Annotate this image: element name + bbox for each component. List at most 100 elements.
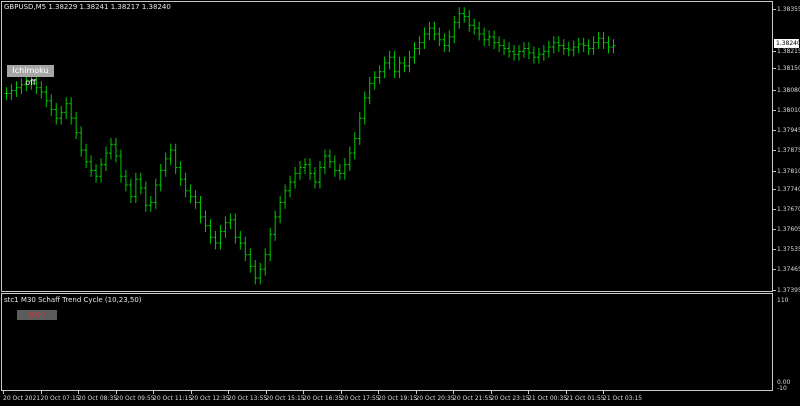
price-bar (347, 146, 352, 172)
time-label: 20 Oct 16:35 (303, 395, 343, 402)
price-bar (84, 143, 89, 169)
time-label: 20 Oct 09:55 (115, 395, 155, 402)
price-bar (402, 56, 407, 73)
price-bar (168, 143, 173, 166)
price-bar (462, 7, 467, 23)
price-bar (377, 65, 382, 84)
ichimoku-toggle-button[interactable]: Ichimoku off (7, 65, 54, 87)
price-label: 1.38150 (777, 65, 800, 72)
time-label: 21 Oct 01:55 (565, 395, 605, 402)
stc-value-badge: 0.00 (17, 310, 57, 320)
price-bar (507, 42, 512, 58)
indicator-axis-bottom: -10 (777, 385, 787, 392)
price-bar (432, 21, 437, 41)
price-bar (193, 190, 198, 209)
price-bar (118, 149, 123, 183)
price-bar (94, 164, 99, 183)
price-bar (288, 175, 293, 198)
price-bar (283, 184, 288, 209)
price-bar (332, 155, 337, 177)
price-label: 1.37670 (777, 206, 800, 213)
indicator-axis-top: 110 (777, 297, 789, 304)
time-label: 20 Oct 20:35 (415, 395, 455, 402)
time-label: 20 Oct 19:15 (378, 395, 418, 402)
price-bar (437, 27, 442, 47)
price-label: 1.37605 (777, 226, 800, 233)
price-bar (342, 158, 347, 180)
price-bar (497, 36, 502, 52)
price-bar (581, 37, 586, 52)
price-bar (64, 97, 69, 119)
price-bar (278, 196, 283, 224)
price-bar (9, 84, 14, 100)
price-bar (258, 262, 263, 285)
time-tick (340, 391, 342, 394)
price-bar (74, 111, 79, 140)
price-bar (54, 103, 59, 125)
price-bar (322, 149, 327, 174)
price-bar (382, 56, 387, 79)
price-bar (487, 30, 492, 47)
price-bar (178, 161, 183, 186)
price-bar (312, 166, 317, 189)
price-bar (253, 259, 258, 285)
price-bars (4, 7, 616, 285)
price-bar (516, 44, 521, 61)
price-bar (447, 30, 452, 52)
price-bar (442, 33, 447, 52)
price-tick (773, 90, 776, 91)
time-label: 20 Oct 07:15 (40, 395, 80, 402)
price-bar (208, 219, 213, 244)
price-tick (773, 9, 776, 10)
indicator-panel[interactable] (1, 293, 773, 391)
time-tick (3, 391, 4, 394)
price-bar (372, 71, 377, 90)
price-bar (536, 47, 541, 64)
price-tick (773, 269, 776, 270)
price-label: 1.37875 (777, 147, 800, 154)
time-tick (153, 391, 154, 394)
time-tick (490, 391, 492, 394)
time-tick (303, 391, 304, 394)
price-tick (773, 150, 776, 151)
price-label: 1.37465 (777, 266, 800, 273)
price-bar (153, 178, 158, 209)
price-bar (303, 158, 308, 174)
price-bar (198, 196, 203, 224)
price-bar (158, 164, 163, 192)
price-tick (773, 229, 776, 230)
price-bar (273, 210, 278, 241)
time-tick (228, 391, 229, 394)
price-bar (492, 30, 497, 50)
price-label: 1.37740 (777, 186, 800, 193)
price-bar (427, 21, 432, 41)
price-bar (293, 166, 298, 189)
price-bar (596, 31, 601, 50)
price-bar (104, 146, 108, 172)
price-label: 1.37810 (777, 168, 800, 175)
price-bar (556, 36, 561, 52)
price-bar (477, 21, 482, 41)
time-label: 20 Oct 15:15 (265, 395, 305, 402)
time-label: 20 Oct 17:55 (340, 395, 380, 402)
price-bar (357, 111, 362, 145)
price-bar (138, 172, 143, 195)
price-bar (571, 40, 576, 57)
price-bar (79, 126, 84, 157)
time-label: 21 Oct 03:15 (603, 395, 643, 402)
price-bar (203, 210, 208, 233)
price-bar (576, 37, 581, 54)
price-bar (337, 164, 342, 180)
price-bar (422, 27, 427, 50)
price-bar (223, 216, 228, 238)
price-bar (59, 105, 64, 125)
time-tick (265, 391, 267, 394)
time-label: 20 Oct 11:15 (153, 395, 193, 402)
price-bar (108, 137, 113, 160)
time-tick (190, 391, 192, 394)
price-bar (472, 18, 477, 35)
price-tick (773, 290, 776, 291)
price-label: 1.37945 (777, 127, 800, 134)
price-tick (773, 171, 776, 172)
price-bar (502, 39, 507, 55)
